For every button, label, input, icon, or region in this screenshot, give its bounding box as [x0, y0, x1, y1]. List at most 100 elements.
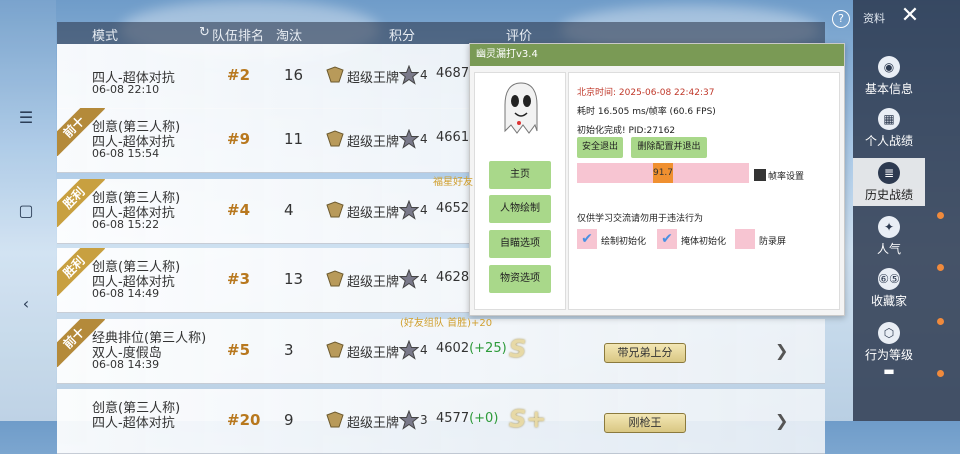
- help-icon[interactable]: ?: [832, 10, 850, 28]
- score-delta: (+25): [469, 341, 507, 356]
- tier-level: 4: [420, 132, 428, 146]
- grade: S+: [509, 405, 547, 433]
- partial-note: 福星好友: [433, 177, 473, 188]
- tier-level: 4: [420, 203, 428, 217]
- rank-badge-icon: [326, 341, 344, 358]
- header-points: 积分: [389, 29, 416, 44]
- eliminations: 9: [284, 411, 294, 429]
- notification-dot: [937, 264, 944, 271]
- nav-label: 收藏家: [870, 294, 907, 308]
- panel-title: 幽灵漏打v3.4: [470, 44, 844, 66]
- nav-label: 人气: [876, 242, 901, 256]
- notification-dot: [937, 212, 944, 219]
- rank-badge-icon: [326, 66, 344, 83]
- star-icon: [399, 340, 419, 360]
- score: 4577(+0): [436, 411, 498, 426]
- team-rank: #4: [227, 201, 251, 219]
- delete-config-exit-button[interactable]: 删除配置并退出: [631, 137, 707, 158]
- team-rank: #3: [227, 270, 251, 288]
- system-strip: ☰ ▢ ‹: [0, 0, 56, 421]
- rank-badge-icon: [326, 201, 344, 218]
- score-value: 4687: [436, 66, 470, 81]
- checkbox-label: 防录屏: [759, 237, 787, 247]
- nav-icon: ▦: [878, 108, 900, 130]
- safe-exit-button[interactable]: 安全退出: [577, 137, 623, 158]
- profile-label: 资料: [863, 12, 885, 25]
- rank-badge-icon: [326, 130, 344, 147]
- tier-name: 超级王牌: [347, 416, 400, 431]
- menu-icon[interactable]: ☰: [14, 106, 38, 130]
- fps-slider[interactable]: 91.7: [577, 163, 749, 183]
- tier-name: 超级王牌: [347, 275, 400, 290]
- close-icon[interactable]: ✕: [897, 4, 923, 28]
- frame-timing: 耗时 16.505 ms/帧率 (60.6 FPS): [577, 107, 716, 117]
- right-nav: ◉ 基本信息 ▦ 个人战绩 ≣ 历史战绩 ✦ 人气 ⑥⑤ 收藏家 ⬡ 行为等级 ▬: [853, 0, 960, 421]
- match-date: 06-08 15:22: [92, 218, 160, 231]
- checkbox-1[interactable]: ✔: [657, 229, 677, 249]
- nav-icon: ◉: [878, 56, 900, 78]
- tier-level: 4: [420, 272, 428, 286]
- disclaimer: 仅供学习交流请勿用于违法行为: [577, 214, 704, 224]
- nav-icon: ✦: [878, 216, 900, 238]
- score-value: 4652: [436, 201, 470, 216]
- chip-icon: [754, 169, 766, 181]
- nav-label: 历史战绩: [864, 188, 913, 202]
- rank-badge-icon: [326, 411, 344, 428]
- star-icon: [399, 129, 419, 149]
- eliminations: 16: [284, 66, 304, 84]
- notification-dot: [937, 318, 944, 325]
- match-date: 06-08 14:39: [92, 358, 160, 371]
- team-rank: #20: [227, 411, 261, 429]
- tier-name: 超级王牌: [347, 346, 400, 361]
- star-icon: [399, 65, 419, 85]
- nav-item-0[interactable]: ◉ 基本信息: [853, 52, 925, 100]
- match-date: 06-08 15:54: [92, 147, 160, 160]
- team-rank: #2: [227, 66, 251, 84]
- panel-menu-0[interactable]: 主页: [489, 161, 551, 189]
- refresh-icon[interactable]: ↻: [199, 25, 210, 40]
- score: 4628: [436, 270, 469, 285]
- table-row[interactable]: 创意(第三人称) 四人-超体对抗 #20 9 超级王牌 3 4577(+0) S+ 刚枪王 ❯: [57, 389, 825, 454]
- ghost-mascot-icon: [504, 82, 538, 134]
- score-value: 4661: [436, 130, 470, 145]
- grade: S: [509, 335, 527, 363]
- rank-badge-icon: [326, 270, 344, 287]
- home-square-icon[interactable]: ▢: [14, 199, 38, 223]
- panel-menu-3[interactable]: 物资选项: [489, 265, 551, 293]
- tier-name: 超级王牌: [347, 135, 400, 150]
- score: 4687: [436, 66, 469, 81]
- panel-left-menu: 主页人物绘制自瞄选项物资选项: [474, 72, 566, 310]
- checkbox-label: 掩体初始化: [681, 237, 727, 247]
- team-rank: #5: [227, 341, 251, 359]
- star-icon: [399, 410, 419, 430]
- score-value: 4602: [436, 341, 470, 356]
- score-value: 4628: [436, 270, 470, 285]
- nav-item-2[interactable]: ≣ 历史战绩: [853, 158, 925, 206]
- panel-menu-1[interactable]: 人物绘制: [489, 195, 551, 223]
- friend-team-note: (好友组队 首胜)+20: [400, 318, 493, 329]
- eliminations: 3: [284, 341, 294, 359]
- eliminations: 4: [284, 201, 294, 219]
- chevron-right-icon[interactable]: ❯: [775, 341, 788, 360]
- overlay-panel: 幽灵漏打v3.4 主页 人物绘制 自瞄选项 物资选项 北京时间: 2025-06-08…: [469, 43, 845, 316]
- back-icon[interactable]: ‹: [14, 292, 38, 316]
- fps-setting-label[interactable]: 帧率设置: [768, 169, 804, 182]
- more-icon[interactable]: ▬: [853, 364, 925, 388]
- header-eliminations: 淘汰: [276, 29, 303, 44]
- panel-menu-2[interactable]: 自瞄选项: [489, 230, 551, 258]
- score-delta: (+0): [469, 411, 499, 426]
- tier-name: 超级王牌: [347, 71, 400, 86]
- score: 4652: [436, 201, 469, 216]
- nav-item-1[interactable]: ▦ 个人战绩: [853, 104, 925, 152]
- star-icon: [399, 200, 419, 220]
- nav-icon: ⑥⑤: [878, 268, 900, 290]
- nav-item-5[interactable]: ⬡ 行为等级: [853, 318, 925, 366]
- nav-item-3[interactable]: ✦ 人气: [853, 212, 925, 260]
- checkbox-0[interactable]: ✔: [577, 229, 597, 249]
- tier-level: 3: [420, 413, 428, 427]
- table-header: 模式 ↻ 队伍排名 淘汰 积分 评价: [57, 22, 825, 44]
- checkbox-2[interactable]: [735, 229, 755, 249]
- nav-item-4[interactable]: ⑥⑤ 收藏家: [853, 264, 925, 312]
- nav-label: 个人战绩: [864, 134, 913, 148]
- eliminations: 11: [284, 130, 304, 148]
